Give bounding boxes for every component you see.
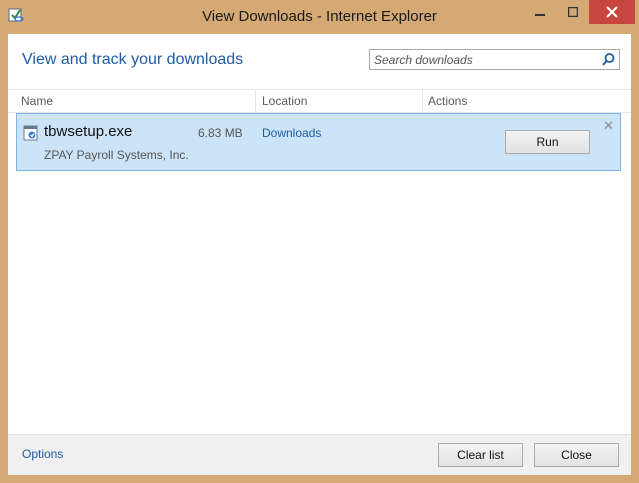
downloads-window: View Downloads - Internet Explorer View … [0,0,639,483]
column-divider[interactable] [255,90,256,112]
exe-file-icon [23,125,39,141]
page-title: View and track your downloads [22,51,244,68]
footer-bar: Options Clear list Close [8,434,631,475]
minimize-button[interactable] [524,0,556,24]
column-header-actions[interactable]: Actions [428,94,467,108]
search-box[interactable] [369,49,620,70]
clear-list-button[interactable]: Clear list [438,443,523,467]
column-header-location[interactable]: Location [262,94,307,108]
close-icon [606,6,618,18]
maximize-icon [568,7,578,17]
maximize-button[interactable] [557,0,589,24]
search-icon[interactable] [601,52,616,67]
column-header-row: Name Location Actions [8,89,631,113]
file-publisher: ZPAY Payroll Systems, Inc. [44,148,189,162]
file-name: tbwsetup.exe [44,123,133,140]
downloads-panel: View and track your downloads Name Locat… [8,34,631,475]
search-input[interactable] [374,52,594,68]
minimize-icon [535,14,545,16]
column-header-name[interactable]: Name [21,94,53,108]
location-link[interactable]: Downloads [262,126,321,140]
close-button[interactable]: Close [534,443,619,467]
remove-download-icon[interactable]: ✕ [603,118,614,134]
file-size: 6.83 MB [198,126,243,140]
download-row[interactable]: tbwsetup.exe 6.83 MB ZPAY Payroll System… [16,113,621,171]
run-button[interactable]: Run [505,130,590,154]
title-bar[interactable]: View Downloads - Internet Explorer [0,0,639,34]
column-divider[interactable] [422,90,423,112]
options-link[interactable]: Options [22,447,63,461]
close-window-button[interactable] [589,0,635,24]
